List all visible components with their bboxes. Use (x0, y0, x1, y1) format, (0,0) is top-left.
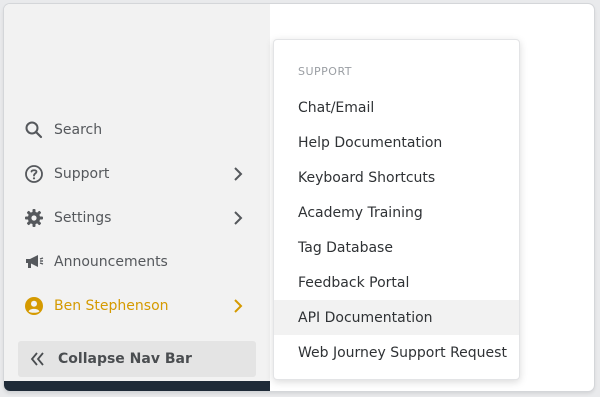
sidebar: Search Support Settings Announcements Be… (4, 4, 270, 391)
sidebar-item-support[interactable]: Support (18, 154, 250, 194)
sidebar-item-label: Announcements (54, 254, 168, 270)
menu-item-web-journey-support-request[interactable]: Web Journey Support Request (274, 335, 519, 370)
double-chevron-left-icon (18, 352, 58, 366)
sidebar-item-announcements[interactable]: Announcements (18, 242, 250, 282)
chevron-right-icon (226, 211, 250, 225)
chevron-right-icon (226, 299, 250, 313)
megaphone-icon (18, 252, 54, 272)
menu-item-help-documentation[interactable]: Help Documentation (274, 125, 519, 160)
sidebar-item-user[interactable]: Ben Stephenson (18, 286, 250, 326)
sidebar-item-label: Search (54, 122, 103, 138)
menu-item-feedback-portal[interactable]: Feedback Portal (274, 265, 519, 300)
search-icon (18, 120, 54, 140)
support-menu: SUPPORT Chat/Email Help Documentation Ke… (273, 39, 520, 380)
menu-item-keyboard-shortcuts[interactable]: Keyboard Shortcuts (274, 160, 519, 195)
sidebar-item-search[interactable]: Search (18, 110, 250, 150)
menu-item-chat-email[interactable]: Chat/Email (274, 90, 519, 125)
collapse-nav-button[interactable]: Collapse Nav Bar (18, 341, 256, 377)
menu-item-academy-training[interactable]: Academy Training (274, 195, 519, 230)
gear-icon (18, 208, 54, 228)
chevron-right-icon (226, 167, 250, 181)
help-circle-icon (18, 164, 54, 184)
bottom-strip (4, 381, 270, 391)
sidebar-item-label: Support (54, 166, 110, 182)
menu-item-api-documentation[interactable]: API Documentation (274, 300, 519, 335)
collapse-nav-label: Collapse Nav Bar (58, 351, 192, 367)
sidebar-item-label: Settings (54, 210, 112, 226)
app-window: Search Support Settings Announcements Be… (4, 4, 594, 391)
user-avatar-icon (18, 296, 54, 316)
menu-item-tag-database[interactable]: Tag Database (274, 230, 519, 265)
sidebar-item-settings[interactable]: Settings (18, 198, 250, 238)
sidebar-item-label: Ben Stephenson (54, 298, 169, 314)
menu-heading: SUPPORT (298, 65, 353, 78)
